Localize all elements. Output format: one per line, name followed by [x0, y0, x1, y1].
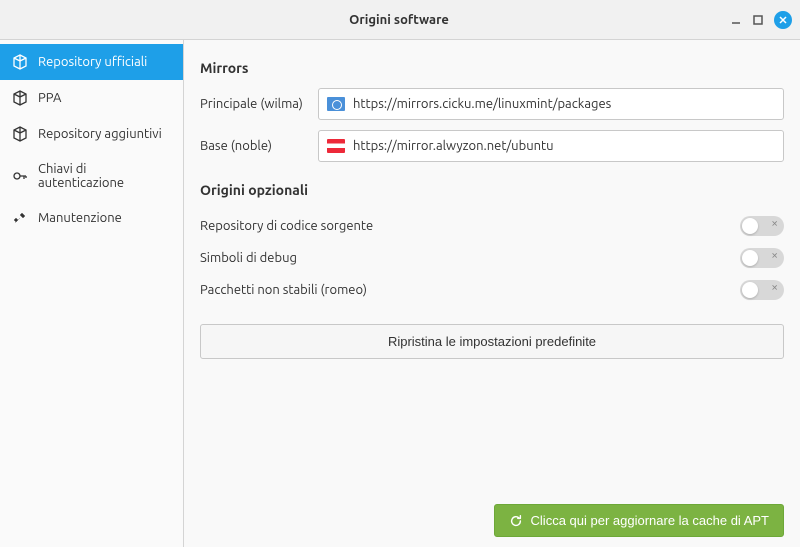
- sidebar-item-label: Repository ufficiali: [38, 55, 147, 69]
- sidebar-item-additional-repos[interactable]: Repository aggiuntivi: [0, 116, 183, 152]
- base-mirror-field[interactable]: https://mirror.alwyzon.net/ubuntu: [318, 130, 784, 162]
- reset-defaults-button[interactable]: Ripristina le impostazioni predefinite: [200, 324, 784, 359]
- key-icon: [12, 168, 28, 184]
- mirror-row-principal: Principale (wilma) https://mirrors.cicku…: [200, 88, 784, 120]
- principal-mirror-field[interactable]: https://mirrors.cicku.me/linuxmint/packa…: [318, 88, 784, 120]
- sidebar-item-label: Manutenzione: [38, 211, 122, 225]
- sidebar-item-auth-keys[interactable]: Chiavi di autenticazione: [0, 152, 183, 200]
- toggle-source-repos[interactable]: [740, 216, 784, 236]
- sidebar-item-official-repos[interactable]: Repository ufficiali: [0, 44, 183, 80]
- titlebar: Origini software: [0, 0, 800, 40]
- main: Repository ufficiali PPA Repository aggi…: [0, 40, 800, 547]
- bottom-bar: Clicca qui per aggiornare la cache di AP…: [200, 504, 784, 537]
- tools-icon: [12, 210, 28, 226]
- cube-icon: [12, 90, 28, 106]
- maximize-button[interactable]: [752, 14, 764, 26]
- toggle-debug-symbols[interactable]: [740, 248, 784, 268]
- cube-icon: [12, 54, 28, 70]
- sidebar: Repository ufficiali PPA Repository aggi…: [0, 40, 184, 547]
- toggle-unstable-romeo[interactable]: [740, 280, 784, 300]
- minimize-button[interactable]: [730, 14, 742, 26]
- mirrors-title: Mirrors: [200, 60, 784, 76]
- sidebar-item-label: PPA: [38, 91, 61, 105]
- option-label: Repository di codice sorgente: [200, 219, 373, 233]
- base-label: Base (noble): [200, 139, 318, 153]
- mirror-row-base: Base (noble) https://mirror.alwyzon.net/…: [200, 130, 784, 162]
- option-row-source: Repository di codice sorgente: [200, 210, 784, 242]
- principal-label: Principale (wilma): [200, 97, 318, 111]
- optional-title: Origini opzionali: [200, 182, 784, 198]
- option-row-unstable: Pacchetti non stabili (romeo): [200, 274, 784, 306]
- sidebar-item-ppa[interactable]: PPA: [0, 80, 183, 116]
- base-mirror-url: https://mirror.alwyzon.net/ubuntu: [353, 139, 554, 153]
- apt-button-label: Clicca qui per aggiornare la cache di AP…: [531, 513, 769, 528]
- option-label: Simboli di debug: [200, 251, 297, 265]
- content-pane: Mirrors Principale (wilma) https://mirro…: [184, 40, 800, 547]
- close-button[interactable]: [774, 11, 792, 29]
- window-controls: [730, 11, 792, 29]
- sidebar-item-label: Chiavi di autenticazione: [38, 162, 171, 190]
- flag-icon: [327, 97, 345, 111]
- flag-icon: [327, 139, 345, 153]
- refresh-icon: [509, 514, 523, 528]
- window-title: Origini software: [68, 13, 730, 27]
- sidebar-item-maintenance[interactable]: Manutenzione: [0, 200, 183, 236]
- cube-icon: [12, 126, 28, 142]
- sidebar-item-label: Repository aggiuntivi: [38, 127, 162, 141]
- option-row-debug: Simboli di debug: [200, 242, 784, 274]
- update-apt-cache-button[interactable]: Clicca qui per aggiornare la cache di AP…: [494, 504, 784, 537]
- principal-mirror-url: https://mirrors.cicku.me/linuxmint/packa…: [353, 97, 611, 111]
- option-label: Pacchetti non stabili (romeo): [200, 283, 367, 297]
